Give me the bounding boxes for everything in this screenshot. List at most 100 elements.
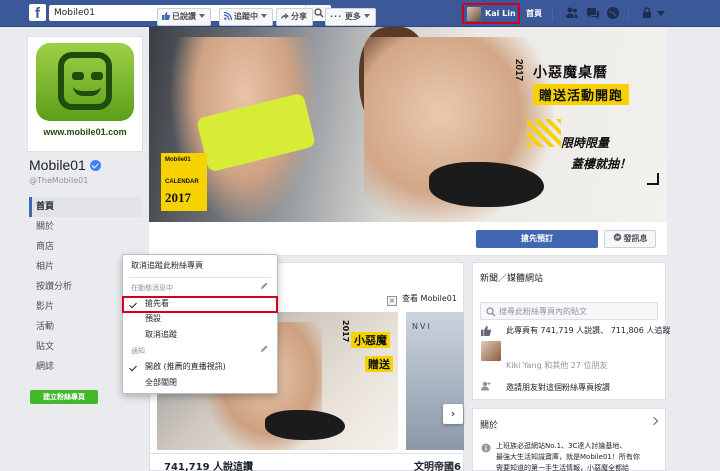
following-label: 追蹤中 <box>234 12 258 21</box>
send-message-button[interactable]: 發訊息 <box>604 230 656 248</box>
about-description-line: 上班族必逛網站No.1、3C達人討論基地、 <box>496 442 627 450</box>
logo-url-text: www.mobile01.com <box>43 127 127 137</box>
send-message-label: 發訊息 <box>623 234 648 243</box>
share-button[interactable]: 分享 <box>276 8 313 26</box>
share-icon <box>281 13 289 20</box>
chevron-down-icon <box>363 14 370 18</box>
home-link[interactable]: 首頁 <box>526 8 542 19</box>
search-icon <box>486 307 496 317</box>
page-likes-count: 此專頁有 741,719 人說讚、 711,806 人追蹤 <box>506 326 671 335</box>
divider <box>149 453 464 454</box>
ad-caption[interactable]: 741,719 人說這讚 <box>164 458 253 471</box>
verified-badge-icon <box>89 159 101 171</box>
ad-title: 小惡魔 <box>351 332 390 348</box>
lock-icon[interactable] <box>640 6 654 20</box>
divider <box>129 277 271 278</box>
chevron-down-icon <box>199 14 205 18</box>
friends-icon[interactable] <box>565 6 579 20</box>
page-title[interactable]: Mobile01 <box>29 157 101 173</box>
sidebar-item-home[interactable]: 首頁 <box>29 197 142 217</box>
mobile01-logo <box>36 43 134 121</box>
thumbs-up-icon <box>481 326 491 336</box>
ad-subtitle: 贈送 <box>365 356 393 372</box>
rss-icon <box>224 12 232 20</box>
checkmark-icon <box>129 300 137 309</box>
menu-item-unfollow-page[interactable]: 取消追蹤此粉絲專頁 <box>123 259 277 273</box>
menu-section-news-feed: 在動態消息中 <box>131 284 173 292</box>
divider <box>628 7 629 20</box>
more-label: 更多 <box>344 12 361 21</box>
cover-subtitle: 贈送活動開跑 <box>533 84 630 105</box>
menu-item-label: 搶先看 <box>145 299 169 308</box>
cover-tagline-2: 蓋樓就抽！ <box>571 157 632 171</box>
add-friend-icon <box>481 381 491 391</box>
pencil-icon[interactable] <box>260 345 268 353</box>
avatar <box>467 6 481 21</box>
logo-mouth <box>73 86 101 96</box>
divider <box>552 7 553 20</box>
cover-tagline-1: 限時限量 <box>561 136 610 150</box>
page-post-search-input[interactable]: 搜尋此粉絲專頁內的貼文 <box>480 302 658 320</box>
menu-item-all-off[interactable]: 全部關閉 <box>123 376 277 390</box>
calendar-badge-year: 2017 <box>165 190 191 205</box>
info-icon <box>481 443 491 453</box>
preorder-button[interactable]: 搶先預訂 <box>476 230 598 248</box>
ad-year: 2017 <box>341 320 350 343</box>
page-name: Mobile01 <box>29 157 86 173</box>
cover-model-right-bikini <box>429 162 544 207</box>
thumbs-up-icon <box>162 12 170 20</box>
about-description-line: 最強大生活知識寶庫，就是Mobile01！所有你 <box>496 453 640 461</box>
liked-button[interactable]: 已說讚 <box>157 8 211 26</box>
account-menu-icon[interactable] <box>654 6 668 20</box>
menu-item-label: 開啟 (推薦的直播視訊) <box>145 362 226 371</box>
cover-photo[interactable]: Mobile01 CALENDAR 2017 2017 小惡魔桌曆 贈送活動開跑… <box>149 27 667 222</box>
friend-avatar[interactable] <box>481 341 501 361</box>
logo-face-icon <box>58 52 112 110</box>
page-profile-picture[interactable]: www.mobile01.com <box>28 37 142 151</box>
logo-eye <box>72 72 84 80</box>
pencil-icon[interactable] <box>260 282 268 290</box>
facebook-logo-icon[interactable]: f <box>29 4 46 21</box>
sidebar-item-about[interactable]: 關於 <box>29 217 142 237</box>
about-header[interactable]: 關於 <box>480 418 498 431</box>
menu-item-see-first[interactable]: 搶先看 <box>123 297 277 311</box>
message-icon <box>613 233 621 241</box>
close-icon[interactable]: × <box>387 296 397 306</box>
menu-section-notifications: 通知 <box>131 347 145 355</box>
user-name: Kai Lin <box>485 9 516 18</box>
ad-model-bikini <box>265 410 345 440</box>
carousel-next-button[interactable]: › <box>443 404 463 424</box>
messages-icon[interactable] <box>586 6 600 20</box>
liked-label: 已說讚 <box>172 12 196 21</box>
feed-card-tab-label[interactable]: 查看 Mobile01 <box>402 293 464 307</box>
calendar-badge: Mobile01 CALENDAR 2017 <box>161 153 207 211</box>
cover-title: 小惡魔桌曆 <box>533 65 608 81</box>
friends-like-text[interactable]: Kiki Yang 和其他 27 位朋友 <box>506 360 608 371</box>
search-placeholder: 搜尋此粉絲專頁內的貼文 <box>499 307 587 316</box>
create-page-button[interactable]: 建立粉絲專頁 <box>30 390 98 404</box>
share-label: 分享 <box>291 12 307 21</box>
ad-image-secondary[interactable]: NVI <box>406 312 464 450</box>
cover-stripes <box>527 119 561 147</box>
profile-link[interactable]: Kai Lin <box>462 3 520 24</box>
page-category[interactable]: 新聞／媒體網站 <box>480 271 543 284</box>
checkmark-icon <box>129 363 137 372</box>
menu-item-notifications-on[interactable]: 開啟 (推薦的直播視訊) <box>123 360 277 374</box>
cover-corner-mark <box>647 173 659 185</box>
following-button[interactable]: 追蹤中 <box>219 8 273 26</box>
globe-icon[interactable] <box>606 6 620 20</box>
menu-item-unfollow[interactable]: 取消追蹤 <box>123 328 277 342</box>
menu-item-default[interactable]: 預設 <box>123 312 277 326</box>
logo-eye <box>91 72 103 80</box>
invite-friends-link[interactable]: 邀請朋友對這個粉絲專頁按讚 <box>506 382 610 393</box>
ad-caption-secondary[interactable]: 文明帝國6 <box>414 458 464 471</box>
search-icon <box>314 8 324 18</box>
chevron-down-icon <box>261 14 267 18</box>
calendar-badge-label: CALENDAR <box>165 179 199 185</box>
cover-year-vertical: 2017 <box>513 59 524 82</box>
ad-secondary-text: NVI <box>412 322 432 331</box>
about-description-line: 需要知道的第一手生活情報，小惡魔全都給 <box>496 464 629 471</box>
calendar-badge-brand: Mobile01 <box>165 157 191 163</box>
more-button[interactable]: ··· 更多 <box>325 8 376 26</box>
page-handle[interactable]: @TheMobile01 <box>29 176 88 185</box>
